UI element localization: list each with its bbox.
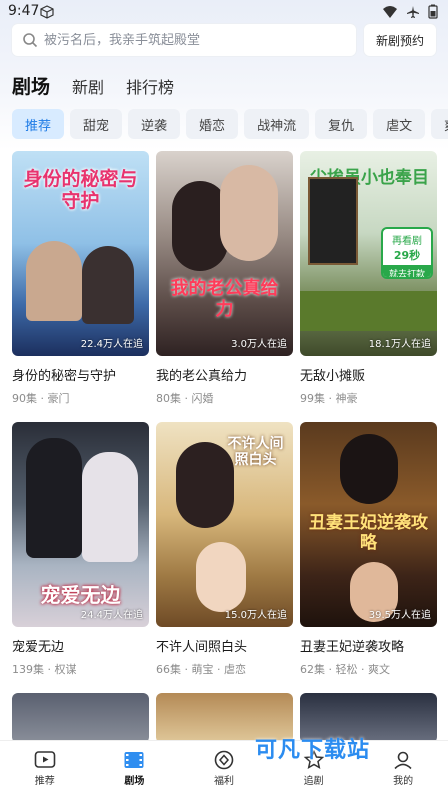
drama-poster: 宠爱无边 24.4万人在追 <box>12 422 149 627</box>
drama-card[interactable]: 丑妻王妃逆袭攻略 39.5万人在追 丑妻王妃逆袭攻略 62集 · 轻松 · 爽文 <box>300 422 437 677</box>
drama-episodes: 139集 <box>12 663 44 676</box>
status-time: 9:47 <box>8 3 40 19</box>
chip-cool[interactable]: 爽 <box>431 109 448 139</box>
drama-tags: 权谋 <box>54 663 77 676</box>
drama-poster: 不许人间照白头 15.0万人在追 <box>156 422 293 627</box>
play-icon <box>34 751 56 768</box>
drama-card[interactable]: 身份的秘密与守护 22.4万人在追 身份的秘密与守护 90集 · 豪门 <box>12 151 149 406</box>
new-drama-reservation-button[interactable]: 新剧预约 <box>364 24 436 56</box>
chip-war-god[interactable]: 战神流 <box>244 109 310 139</box>
search-bar[interactable] <box>12 24 356 56</box>
drama-poster: 丑妻王妃逆袭攻略 39.5万人在追 <box>300 422 437 627</box>
poster-title: 丑妻王妃逆袭攻略 <box>309 513 428 553</box>
nav-recommend[interactable]: 推荐 <box>0 741 90 796</box>
reward-badge[interactable]: 再看剧 29秒 就去打款 <box>381 227 433 279</box>
chip-comeback[interactable]: 逆袭 <box>128 109 181 139</box>
chip-angst[interactable]: 虐文 <box>373 109 426 139</box>
poster-figure <box>82 452 138 562</box>
drama-poster[interactable] <box>12 693 149 743</box>
drama-name: 宠爱无边 <box>12 640 65 655</box>
badge-line3: 就去打款 <box>383 265 431 277</box>
tab-ranking[interactable]: 排行榜 <box>126 74 174 98</box>
poster-figure <box>26 438 82 558</box>
drama-meta: 139集 · 权谋 <box>12 663 77 676</box>
drama-episodes: 62集 <box>300 663 325 676</box>
airplane-icon <box>407 5 419 18</box>
bottom-nav: 推荐 剧场 福利 追剧 我的 <box>0 740 448 796</box>
drama-name: 我的老公真给力 <box>156 369 248 384</box>
gift-icon <box>214 750 234 770</box>
nav-label: 追剧 <box>303 776 324 787</box>
category-chips: 推荐 甜宠 逆袭 婚恋 战神流 复仇 虐文 爽 <box>12 109 448 139</box>
watching-count: 24.4万人在追 <box>80 610 143 621</box>
poster-figure <box>26 241 82 321</box>
poster-figure <box>82 246 134 324</box>
user-icon <box>394 751 412 770</box>
drama-meta: 66集 · 萌宝 · 虐恋 <box>156 663 247 676</box>
watching-count: 3.0万人在追 <box>231 339 287 350</box>
watching-count: 39.5万人在追 <box>368 610 431 621</box>
poster-figure <box>196 542 246 612</box>
poster-vegetables <box>300 291 437 331</box>
poster-title: 身份的秘密与守护 <box>23 168 138 212</box>
drama-meta: 62集 · 轻松 · 爽文 <box>300 663 391 676</box>
poster-figure <box>220 165 278 261</box>
drama-name: 丑妻王妃逆袭攻略 <box>300 640 405 655</box>
poster-figure <box>340 434 398 504</box>
search-input[interactable] <box>44 32 344 48</box>
poster-title: 我的老公真给力 <box>170 278 279 320</box>
wifi-icon <box>383 5 397 18</box>
drama-tags: 闪婚 <box>191 392 214 405</box>
nav-theater[interactable]: 剧场 <box>90 741 180 796</box>
drama-poster: 身份的秘密与守护 22.4万人在追 <box>12 151 149 356</box>
nav-label: 剧场 <box>124 776 145 787</box>
poster-sign <box>308 177 358 265</box>
watching-count: 22.4万人在追 <box>80 339 143 350</box>
chip-recommend[interactable]: 推荐 <box>12 109 65 139</box>
chip-sweet[interactable]: 甜宠 <box>70 109 123 139</box>
nav-mine[interactable]: 我的 <box>358 741 448 796</box>
watermark: 可凡下载站 <box>255 738 371 763</box>
drama-name: 身份的秘密与守护 <box>12 369 117 384</box>
poster-title: 宠爱无边 <box>40 583 121 607</box>
drama-episodes: 80集 <box>156 392 181 405</box>
nav-label: 福利 <box>213 776 234 787</box>
drama-tags: 轻松 · 爽文 <box>335 663 391 676</box>
drama-poster: 尘埃虽小也奉目 再看剧 29秒 就去打款 18.1万人在追 <box>300 151 437 356</box>
drama-name: 不许人间照白头 <box>156 640 248 655</box>
film-icon <box>124 752 144 768</box>
drama-tags: 萌宝 · 虐恋 <box>191 663 247 676</box>
watching-count: 18.1万人在追 <box>368 339 431 350</box>
nav-label: 推荐 <box>34 776 55 787</box>
drama-card[interactable]: 不许人间照白头 15.0万人在追 不许人间照白头 66集 · 萌宝 · 虐恋 <box>156 422 293 677</box>
drama-episodes: 66集 <box>156 663 181 676</box>
watching-count: 15.0万人在追 <box>224 610 287 621</box>
search-icon <box>23 33 38 48</box>
poster-title: 不许人间照白头 <box>227 436 284 469</box>
status-bar: 9:47 <box>0 0 448 24</box>
tab-new[interactable]: 新剧 <box>72 74 104 98</box>
chip-romance[interactable]: 婚恋 <box>186 109 239 139</box>
drama-episodes: 90集 <box>12 392 37 405</box>
drama-card[interactable]: 我的老公真给力 3.0万人在追 我的老公真给力 80集 · 闪婚 <box>156 151 293 406</box>
drama-card[interactable]: 宠爱无边 24.4万人在追 宠爱无边 139集 · 权谋 <box>12 422 149 677</box>
drama-card[interactable]: 尘埃虽小也奉目 再看剧 29秒 就去打款 18.1万人在追 无敌小摊贩 99集 … <box>300 151 437 406</box>
battery-icon <box>428 4 438 19</box>
drama-meta: 90集 · 豪门 <box>12 392 70 405</box>
drama-meta: 80集 · 闪婚 <box>156 392 214 405</box>
drama-meta: 99集 · 神豪 <box>300 392 358 405</box>
drama-poster: 我的老公真给力 3.0万人在追 <box>156 151 293 356</box>
main-tabs: 剧场 新剧 排行榜 <box>12 72 174 99</box>
drama-tags: 豪门 <box>47 392 70 405</box>
drama-tags: 神豪 <box>335 392 358 405</box>
chip-revenge[interactable]: 复仇 <box>315 109 368 139</box>
drama-name: 无敌小摊贩 <box>300 369 366 384</box>
badge-line1: 再看剧 <box>392 236 422 247</box>
cube-icon <box>40 5 54 19</box>
drama-episodes: 99集 <box>300 392 325 405</box>
badge-line2: 29秒 <box>393 249 421 262</box>
nav-label: 我的 <box>393 776 414 787</box>
tab-theater[interactable]: 剧场 <box>12 72 50 99</box>
